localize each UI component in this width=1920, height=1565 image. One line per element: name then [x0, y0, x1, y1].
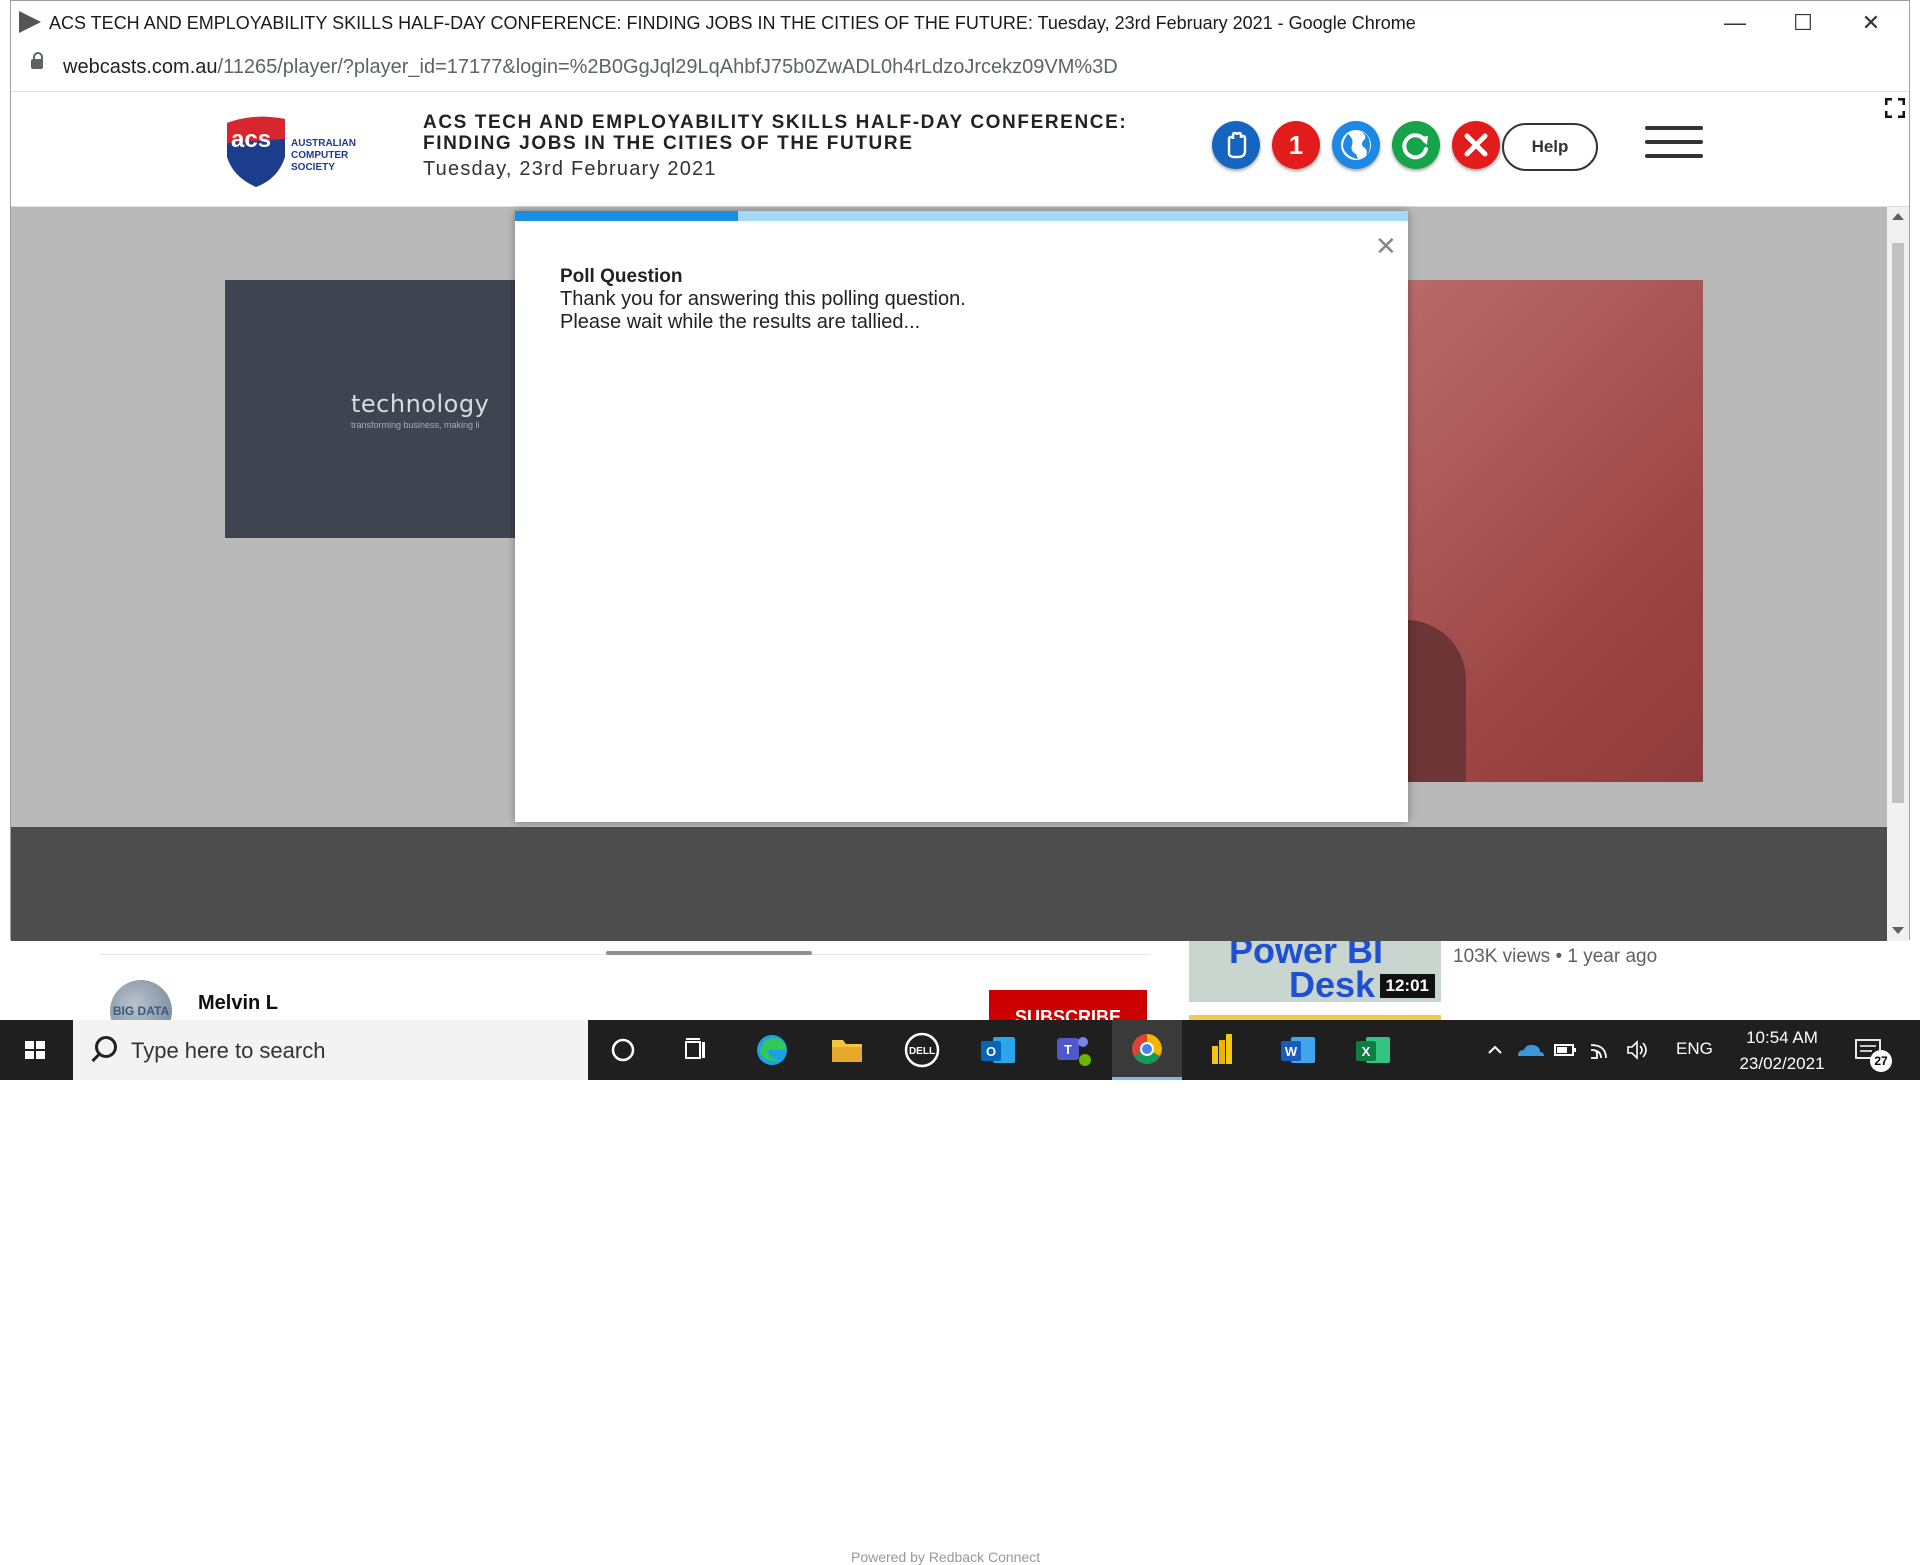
title-bar[interactable]: ACS TECH AND EMPLOYABILITY SKILLS HALF-D…	[11, 1, 1909, 45]
logo-org-3: SOCIETY	[291, 162, 335, 173]
slide-brand: technology	[351, 390, 490, 418]
volume-icon[interactable]	[1620, 1020, 1654, 1080]
chrome-taskbar-button[interactable]	[1112, 1020, 1182, 1080]
browser-window: ACS TECH AND EMPLOYABILITY SKILLS HALF-D…	[10, 0, 1910, 1565]
thumbnail-title-line2: Desk	[1289, 964, 1376, 1003]
video-views: 103K views • 1 year ago	[1453, 946, 1658, 967]
poll-progress-bar	[515, 211, 1408, 221]
edge-icon[interactable]	[742, 1020, 802, 1080]
exit-icon[interactable]	[1452, 121, 1500, 169]
svg-text:X: X	[1362, 1044, 1371, 1059]
powered-by-text[interactable]: Powered by Redback Connect	[851, 1549, 1040, 1565]
chevron-up-icon[interactable]	[1480, 1020, 1510, 1080]
svg-text:W: W	[1285, 1044, 1298, 1059]
minimize-button[interactable]: —	[1701, 1, 1769, 45]
logo-text: acs	[231, 126, 271, 153]
conference-title-line1: ACS TECH AND EMPLOYABILITY SKILLS HALF-D…	[423, 112, 1128, 133]
channel-name[interactable]: Melvin L	[198, 992, 278, 1015]
speaker-silhouette	[1406, 620, 1466, 782]
logo-org-1: AUSTRALIAN	[291, 138, 356, 149]
search-placeholder: Type here to search	[131, 1038, 326, 1063]
poll-modal: ✕ Poll Question Thank you for answering …	[515, 211, 1408, 822]
webcast-header: acs AUSTRALIAN COMPUTER SOCIETY ACS TECH…	[11, 92, 1909, 207]
raise-hand-icon[interactable]	[1212, 121, 1260, 169]
poll-progress-fill	[515, 211, 739, 221]
url-path: /11265/player/?player_id=17177&login=%2B…	[217, 56, 1118, 78]
excel-icon[interactable]: X	[1342, 1020, 1402, 1080]
conference-title: ACS TECH AND EMPLOYABILITY SKILLS HALF-D…	[423, 112, 1127, 154]
speaker-video	[1406, 280, 1703, 782]
notification-count-icon[interactable]: 1	[1272, 121, 1320, 169]
taskbar: Type here to search DELL O T W X ENG 10:…	[0, 1020, 1920, 1080]
teams-icon[interactable]: T	[1042, 1020, 1102, 1080]
url-text[interactable]: webcasts.com.au/11265/player/?player_id=…	[63, 56, 1118, 79]
scroll-up-icon[interactable]	[1892, 213, 1904, 220]
start-button[interactable]	[0, 1020, 70, 1080]
logo-org-2: COMPUTER	[291, 150, 349, 161]
hamburger-menu-icon[interactable]	[1645, 126, 1703, 160]
onedrive-icon[interactable]	[1512, 1020, 1546, 1080]
address-bar[interactable]: webcasts.com.au/11265/player/?player_id=…	[11, 45, 1909, 92]
globe-icon[interactable]	[1332, 121, 1380, 169]
notification-count-badge: 27	[1870, 1050, 1892, 1072]
duration-badge: 12:01	[1379, 974, 1435, 998]
avatar-text: BIG DATA	[112, 1004, 170, 1018]
background-scroll-indicator	[606, 951, 812, 955]
scroll-down-icon[interactable]	[1892, 927, 1904, 934]
url-host: webcasts.com.au	[63, 56, 218, 78]
close-window-button[interactable]: ✕	[1837, 1, 1905, 45]
file-explorer-icon[interactable]	[817, 1020, 877, 1080]
outlook-icon[interactable]: O	[967, 1020, 1027, 1080]
search-icon	[95, 1036, 117, 1058]
player-footer: Powered by Redback Connect	[11, 827, 1887, 1565]
page-scrollbar[interactable]	[1887, 207, 1909, 941]
poll-heading: Poll Question	[560, 266, 683, 287]
conference-date: Tuesday, 23rd February 2021	[423, 158, 717, 180]
svg-text:DELL: DELL	[909, 1046, 935, 1057]
taskbar-search[interactable]: Type here to search	[73, 1020, 588, 1080]
clock-time[interactable]: 10:54 AM	[1738, 1028, 1826, 1048]
refresh-icon[interactable]	[1392, 121, 1440, 169]
acs-logo: acs AUSTRALIAN COMPUTER SOCIETY	[227, 116, 356, 187]
svg-text:T: T	[1064, 1042, 1072, 1057]
wifi-icon[interactable]	[1584, 1020, 1618, 1080]
lock-icon[interactable]	[31, 52, 43, 69]
svg-text:O: O	[986, 1044, 996, 1059]
window-title: ACS TECH AND EMPLOYABILITY SKILLS HALF-D…	[49, 13, 1416, 33]
word-icon[interactable]: W	[1267, 1020, 1327, 1080]
play-icon	[19, 11, 41, 33]
power-bi-icon[interactable]	[1192, 1020, 1252, 1080]
maximize-button[interactable]: ☐	[1769, 1, 1837, 45]
conference-title-line2: FINDING JOBS IN THE CITIES OF THE FUTURE	[423, 133, 914, 154]
fullscreen-icon[interactable]	[1885, 98, 1905, 118]
dell-icon[interactable]: DELL	[892, 1020, 952, 1080]
task-view-icon[interactable]	[665, 1020, 725, 1080]
close-icon[interactable]: ✕	[1375, 233, 1397, 259]
cortana-icon[interactable]	[593, 1020, 653, 1080]
chrome-icon	[1132, 1034, 1162, 1064]
thumbnail-title: Power BI Desk	[1229, 940, 1383, 1002]
poll-message-line1: Thank you for answering this polling que…	[560, 288, 966, 310]
language-indicator[interactable]: ENG	[1676, 1039, 1713, 1059]
poll-message-line2: Please wait while the results are tallie…	[560, 311, 921, 333]
windows-logo-icon	[25, 1041, 45, 1059]
scroll-thumb[interactable]	[1892, 243, 1904, 803]
help-button[interactable]: Help	[1502, 123, 1598, 171]
clock-date[interactable]: 23/02/2021	[1732, 1054, 1832, 1074]
presentation-slide: technology transforming business, making…	[225, 280, 525, 538]
battery-icon[interactable]	[1548, 1020, 1582, 1080]
slide-tagline: transforming business, making li	[351, 420, 480, 430]
video-thumbnail[interactable]: Power BI Desk 12:01	[1189, 940, 1441, 1002]
